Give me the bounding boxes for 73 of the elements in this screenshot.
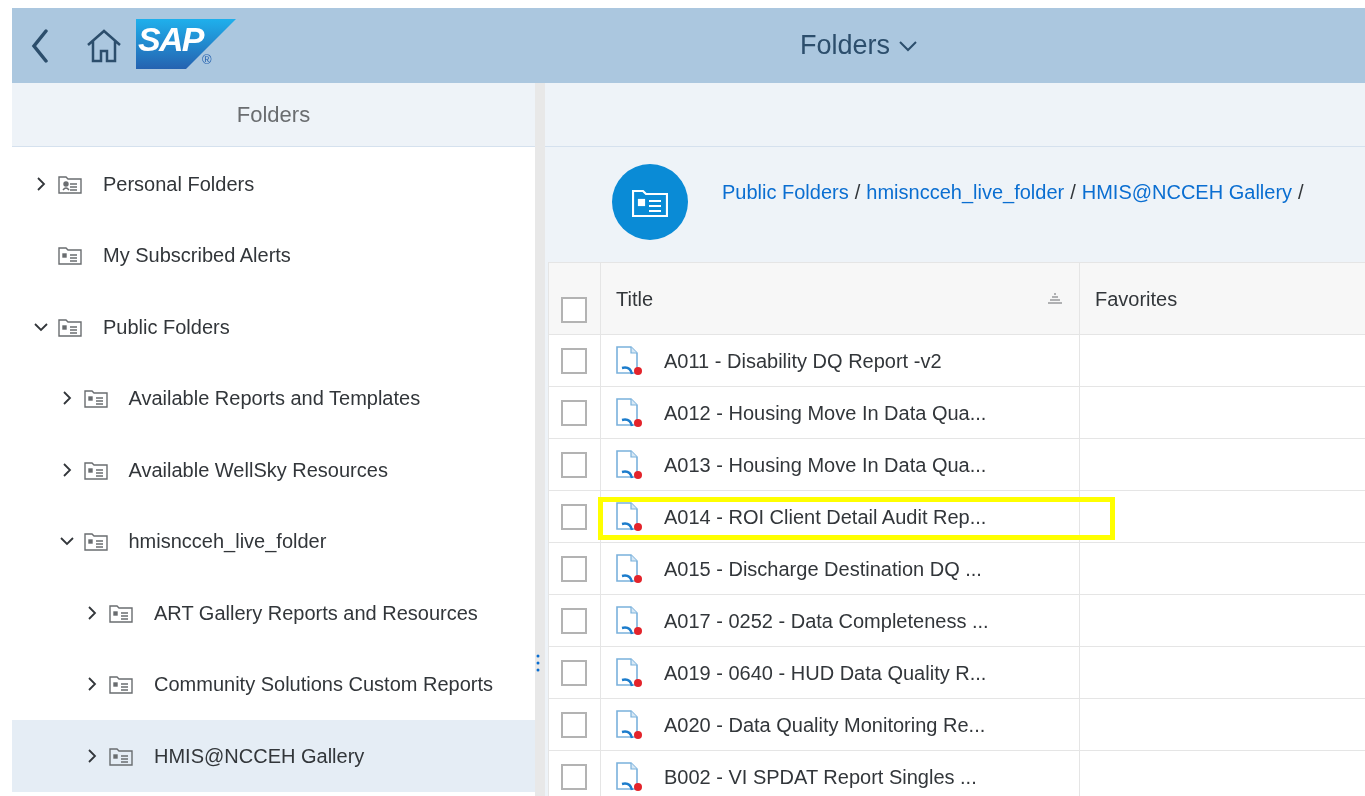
- column-header[interactable]: Title: [601, 263, 1080, 334]
- checkbox[interactable]: [561, 607, 587, 634]
- folder-card-icon: [109, 745, 133, 766]
- sap-logo: SAP ®: [136, 18, 236, 69]
- folder-card-icon: [58, 245, 82, 266]
- report-title[interactable]: A014 - ROI Client Detail Audit Rep...: [664, 501, 987, 532]
- folder-card-icon: [58, 316, 82, 337]
- report-document-icon: [614, 343, 644, 378]
- tree-item[interactable]: hmisncceh_live_folder: [12, 505, 535, 577]
- breadcrumb-link[interactable]: Public Folders: [722, 177, 849, 207]
- chevron-right-icon[interactable]: [34, 176, 48, 191]
- report-document-icon: [614, 655, 644, 690]
- tree-label: Personal Folders: [103, 171, 255, 197]
- report-title[interactable]: A019 - 0640 - HUD Data Quality R...: [664, 657, 987, 688]
- chevron-right-icon[interactable]: [85, 605, 99, 620]
- folder-card-icon: [83, 388, 108, 409]
- report-title[interactable]: A015 - Discharge Destination DQ ...: [664, 553, 982, 584]
- tree-item[interactable]: HMIS@NCCEH Gallery: [12, 720, 535, 792]
- breadcrumb-separator: /: [854, 180, 861, 205]
- tree-item[interactable]: Available WellSky Resources: [12, 434, 535, 506]
- tree-label: HMIS@NCCEH Gallery: [154, 743, 365, 769]
- tree-label: ART Gallery Reports and Resources: [154, 600, 478, 626]
- tree-label: Available Reports and Templates: [128, 386, 421, 412]
- checkbox[interactable]: [561, 297, 587, 323]
- tree-label: My Subscribed Alerts: [103, 243, 291, 269]
- column-header[interactable]: Favorites: [1080, 263, 1365, 334]
- breadcrumb-link[interactable]: HMIS@NCCEH Gallery: [1081, 177, 1293, 207]
- back-icon[interactable]: [30, 28, 50, 63]
- folder-card-icon: [109, 602, 133, 623]
- tree-item[interactable]: My Subscribed Alerts: [12, 219, 535, 291]
- tree-item[interactable]: Personal Folders: [12, 148, 535, 220]
- folder-card-icon: [109, 674, 133, 695]
- checkbox[interactable]: [561, 763, 587, 790]
- person-card-icon: [58, 173, 82, 194]
- home-icon[interactable]: [86, 28, 122, 63]
- breadcrumb-separator: /: [1070, 180, 1076, 205]
- tree-item[interactable]: Public Folders: [12, 291, 535, 363]
- resize-handle-icon[interactable]: [536, 653, 540, 673]
- report-title[interactable]: A012 - Housing Move In Data Qua...: [664, 397, 987, 428]
- report-title[interactable]: A013 - Housing Move In Data Qua...: [664, 449, 987, 480]
- breadcrumb-link[interactable]: hmisncceh_live_folder: [866, 177, 1065, 207]
- tree-item[interactable]: Available Reports and Templates: [12, 362, 535, 434]
- tree-item[interactable]: Community Solutions Custom Reports: [12, 648, 535, 720]
- report-document-icon: [614, 447, 644, 482]
- tree-label: hmisncceh_live_folder: [128, 529, 327, 555]
- sidebar-title: Folders: [236, 101, 311, 129]
- report-title[interactable]: A017 - 0252 - Data Completeness ...: [664, 605, 989, 636]
- checkbox[interactable]: [561, 399, 587, 426]
- report-document-icon: [614, 395, 644, 430]
- tree-label: Community Solutions Custom Reports: [154, 672, 493, 698]
- checkbox[interactable]: [561, 555, 587, 582]
- tree-label: Public Folders: [103, 314, 230, 340]
- folder-card-icon: [83, 459, 108, 480]
- report-document-icon: [614, 707, 644, 742]
- report-document-icon: [614, 499, 644, 534]
- report-title[interactable]: A020 - Data Quality Monitoring Re...: [664, 709, 986, 740]
- checkbox[interactable]: [561, 659, 587, 686]
- report-document-icon: [614, 603, 644, 638]
- report-title[interactable]: A011 - Disability DQ Report -v2: [664, 345, 942, 376]
- report-title[interactable]: B002 - VI SPDAT Report Singles ...: [664, 761, 977, 792]
- folder-card-icon: [83, 531, 108, 552]
- checkbox[interactable]: [561, 711, 587, 738]
- checkbox[interactable]: [561, 451, 587, 478]
- chevron-right-icon[interactable]: [85, 677, 99, 692]
- chevron-down-icon[interactable]: [898, 39, 919, 52]
- checkbox[interactable]: [561, 347, 587, 374]
- tree-item[interactable]: ART Gallery Reports and Resources: [12, 577, 535, 649]
- chevron-right-icon[interactable]: [85, 748, 99, 763]
- report-document-icon: [614, 551, 644, 586]
- checkbox[interactable]: [561, 503, 587, 530]
- tree-label: Available WellSky Resources: [128, 457, 388, 483]
- breadcrumb-separator: /: [1298, 180, 1304, 205]
- page-title[interactable]: Folders: [800, 25, 891, 66]
